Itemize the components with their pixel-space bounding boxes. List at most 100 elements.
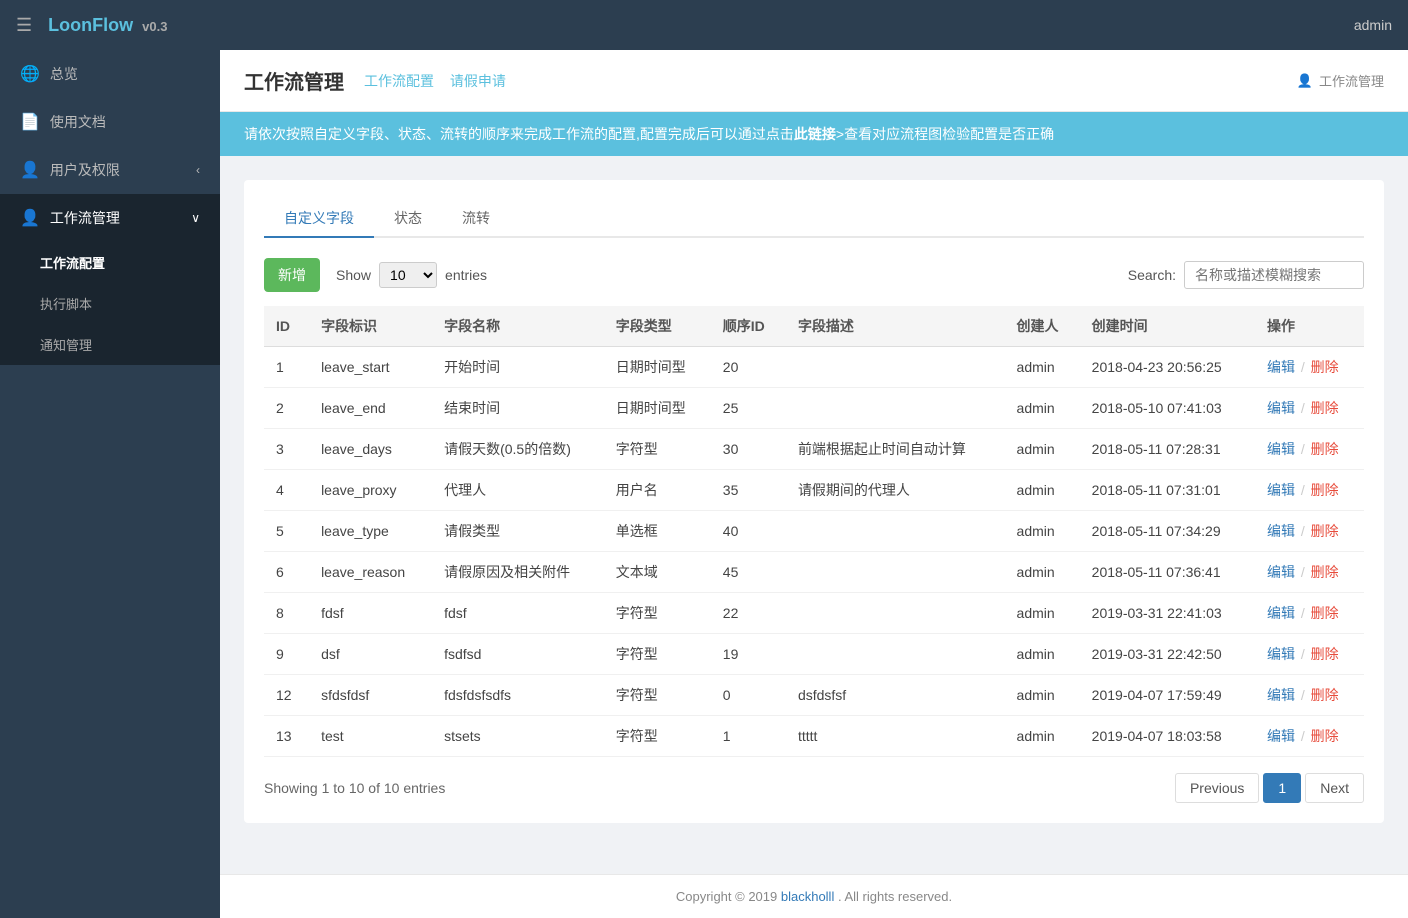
sidebar-item-docs[interactable]: 📄 使用文档: [0, 98, 220, 146]
page-header: 工作流管理 工作流配置 请假申请 👤 工作流管理: [220, 50, 1408, 112]
delete-link[interactable]: 删除: [1311, 564, 1339, 580]
delete-link[interactable]: 删除: [1311, 441, 1339, 457]
cell-id: 2: [264, 388, 309, 429]
cell-order: 40: [711, 511, 786, 552]
tab-transfer[interactable]: 流转: [442, 200, 510, 238]
page-nav-link-workflow-config[interactable]: 工作流配置: [364, 73, 434, 89]
col-created-at: 创建时间: [1080, 306, 1255, 347]
sidebar-sub-item-notify-mgmt[interactable]: 通知管理: [0, 324, 220, 365]
edit-link[interactable]: 编辑: [1267, 728, 1295, 744]
cell-desc: 请假期间的代理人: [786, 470, 1005, 511]
page-title: 工作流管理: [244, 66, 344, 95]
cell-type: 单选框: [604, 511, 711, 552]
action-separator: /: [1301, 359, 1305, 375]
col-actions: 操作: [1255, 306, 1364, 347]
sidebar-item-workflow[interactable]: 👤 工作流管理 ∨: [0, 194, 220, 242]
cell-identifier: leave_start: [309, 347, 432, 388]
delete-link[interactable]: 删除: [1311, 359, 1339, 375]
col-creator: 创建人: [1005, 306, 1080, 347]
col-identifier: 字段标识: [309, 306, 432, 347]
previous-button[interactable]: Previous: [1175, 773, 1259, 803]
table-row: 1 leave_start 开始时间 日期时间型 20 admin 2018-0…: [264, 347, 1364, 388]
sidebar-submenu: 工作流配置 执行脚本 通知管理: [0, 242, 220, 365]
page-1-button[interactable]: 1: [1263, 773, 1301, 803]
entries-label: entries: [445, 267, 487, 283]
cell-creator: admin: [1005, 429, 1080, 470]
next-button[interactable]: Next: [1305, 773, 1364, 803]
delete-link[interactable]: 删除: [1311, 400, 1339, 416]
cell-desc: 前端根据起止时间自动计算: [786, 429, 1005, 470]
cell-id: 12: [264, 675, 309, 716]
cell-identifier: leave_reason: [309, 552, 432, 593]
page-nav-link-leave[interactable]: 请假申请: [450, 73, 506, 89]
edit-link[interactable]: 编辑: [1267, 523, 1295, 539]
cell-id: 1: [264, 347, 309, 388]
cell-name: 代理人: [432, 470, 604, 511]
cell-name: fdsfdsfsdfs: [432, 675, 604, 716]
cell-identifier: leave_type: [309, 511, 432, 552]
edit-link[interactable]: 编辑: [1267, 564, 1295, 580]
cell-desc: [786, 593, 1005, 634]
footer: Copyright © 2019 blackholll . All rights…: [220, 874, 1408, 918]
delete-link[interactable]: 删除: [1311, 605, 1339, 621]
cell-created-at: 2018-05-11 07:31:01: [1080, 470, 1255, 511]
alert-link[interactable]: 此链接: [794, 124, 836, 144]
delete-link[interactable]: 删除: [1311, 646, 1339, 662]
action-separator: /: [1301, 441, 1305, 457]
footer-link[interactable]: blackholll: [781, 889, 834, 904]
tab-status[interactable]: 状态: [374, 200, 442, 238]
edit-link[interactable]: 编辑: [1267, 687, 1295, 703]
delete-link[interactable]: 删除: [1311, 728, 1339, 744]
cell-creator: admin: [1005, 716, 1080, 757]
col-name: 字段名称: [432, 306, 604, 347]
cell-creator: admin: [1005, 470, 1080, 511]
edit-link[interactable]: 编辑: [1267, 441, 1295, 457]
delete-link[interactable]: 删除: [1311, 687, 1339, 703]
cell-name: 请假天数(0.5的倍数): [432, 429, 604, 470]
cell-type: 字符型: [604, 716, 711, 757]
delete-link[interactable]: 删除: [1311, 482, 1339, 498]
cell-actions: 编辑 / 删除: [1255, 347, 1364, 388]
add-button[interactable]: 新增: [264, 258, 320, 292]
entries-select[interactable]: 10 25 50 100: [379, 262, 437, 288]
tab-custom-fields[interactable]: 自定义字段: [264, 200, 374, 238]
sidebar-item-users[interactable]: 👤 用户及权限 ‹: [0, 146, 220, 194]
edit-link[interactable]: 编辑: [1267, 400, 1295, 416]
cell-id: 9: [264, 634, 309, 675]
cell-identifier: fdsf: [309, 593, 432, 634]
action-separator: /: [1301, 400, 1305, 416]
cell-actions: 编辑 / 删除: [1255, 552, 1364, 593]
cell-desc: dsfdsfsf: [786, 675, 1005, 716]
delete-link[interactable]: 删除: [1311, 523, 1339, 539]
edit-link[interactable]: 编辑: [1267, 646, 1295, 662]
menu-toggle-icon[interactable]: ☰: [16, 15, 32, 36]
cell-actions: 编辑 / 删除: [1255, 511, 1364, 552]
show-label: Show: [336, 267, 371, 283]
action-separator: /: [1301, 687, 1305, 703]
alert-text-after: >查看对应流程图检验配置是否正确: [836, 124, 1054, 144]
alert-banner: 请依次按照自定义字段、状态、流转的顺序来完成工作流的配置,配置完成后可以通过点击…: [220, 112, 1408, 156]
top-header: ☰ LoonFlow v0.3 admin: [0, 0, 1408, 50]
cell-order: 35: [711, 470, 786, 511]
sidebar-sub-item-exec-script[interactable]: 执行脚本: [0, 283, 220, 324]
showing-text: Showing 1 to 10 of 10 entries: [264, 780, 445, 796]
cell-type: 字符型: [604, 675, 711, 716]
cell-type: 字符型: [604, 593, 711, 634]
search-area: Search:: [1128, 261, 1364, 289]
cell-desc: [786, 388, 1005, 429]
cell-identifier: leave_end: [309, 388, 432, 429]
cell-order: 19: [711, 634, 786, 675]
cell-id: 3: [264, 429, 309, 470]
edit-link[interactable]: 编辑: [1267, 482, 1295, 498]
edit-link[interactable]: 编辑: [1267, 605, 1295, 621]
cell-creator: admin: [1005, 634, 1080, 675]
search-input[interactable]: [1184, 261, 1364, 289]
sidebar-item-overview[interactable]: 🌐 总览: [0, 50, 220, 98]
sidebar-sub-item-workflow-config[interactable]: 工作流配置: [0, 242, 220, 283]
cell-type: 文本域: [604, 552, 711, 593]
edit-link[interactable]: 编辑: [1267, 359, 1295, 375]
footer-text-after: . All rights reserved.: [838, 889, 952, 904]
cell-name: 请假类型: [432, 511, 604, 552]
cell-desc: [786, 511, 1005, 552]
table-row: 13 test stsets 字符型 1 ttttt admin 2019-04…: [264, 716, 1364, 757]
